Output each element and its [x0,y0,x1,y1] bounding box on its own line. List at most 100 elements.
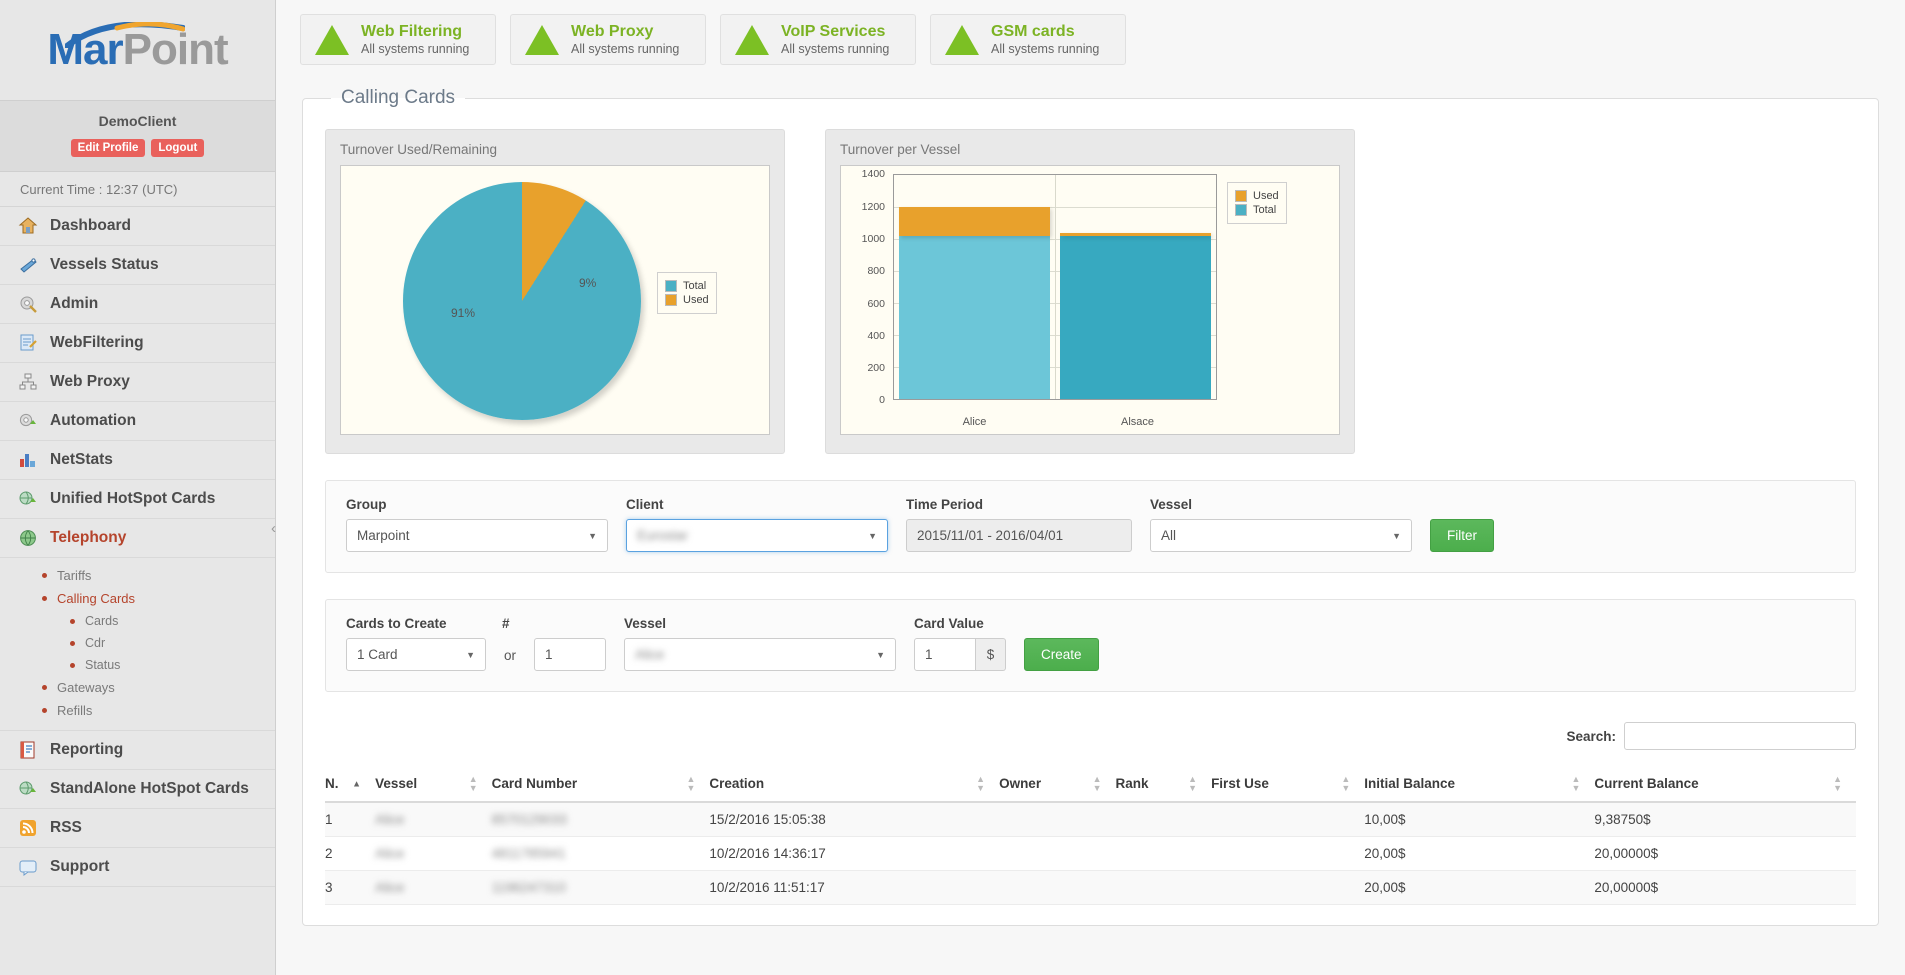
status-card-title: Web Proxy [571,23,654,40]
sidebar-item-vessels-status[interactable]: Vessels Status [0,246,275,285]
cell-value: 8570129033 [491,812,567,828]
y-tick-label: 1000 [861,232,885,245]
table-row[interactable]: 2 Alice 4811785941 10/2/2016 14:36:17 20,00$… [325,836,1856,872]
cell-owner [999,802,1116,838]
legend-swatch-total [665,280,677,293]
sidebar-item-dashboard[interactable]: Dashboard [0,207,275,246]
status-card-title: Web Filtering [361,23,463,40]
chevron-down-icon: ▼ [588,530,597,541]
sidebar-item-admin[interactable]: Admin [0,285,275,324]
table-header-first-use[interactable]: First Use ▲ ▼ [1211,766,1365,804]
bar-chart-y-axis: 0 200 400 600 800 1000 1200 1400 [841,168,891,406]
bar-chart-plot-area [893,174,1217,401]
create-vessel-select[interactable]: Alice ▼ [624,638,897,672]
table-header-initial-balance[interactable]: Initial Balance ▲ ▼ [1364,766,1595,804]
document-edit-icon [18,333,38,353]
pie-label-used: 9% [579,276,597,291]
card-count-input[interactable]: 1 [534,638,607,672]
vessel-filter-select[interactable]: All ▼ [1150,519,1412,553]
subnav-item-refills[interactable]: Refills [0,699,275,722]
sidebar-item-unified-hotspot-cards[interactable]: Unified HotSpot Cards [0,480,275,519]
status-card-gsm-cards[interactable]: GSM cards All systems running [930,14,1126,66]
y-tick-label: 600 [867,297,885,310]
bar-segment-used [1059,233,1212,237]
sidebar-item-automation[interactable]: Automation [0,402,275,441]
table-header-creation[interactable]: Creation ▲ ▼ [709,766,1000,804]
calling-cards-panel: Calling Cards Turnover Used/Remaining 91… [302,87,1879,927]
cell-card-number: 4811785941 [491,836,710,872]
subnav-item-gateways[interactable]: Gateways [0,676,275,699]
cell-value: 20,00000$ [1594,880,1659,896]
bar-group [898,175,1051,400]
pie-chart-legend: Total Used [657,272,717,315]
cards-to-create-label: Cards to Create [346,616,447,632]
subnav-item-status[interactable]: Status [0,654,275,676]
table-row[interactable]: 1 Alice 8570129033 15/2/2016 15:05:38 10,00$… [325,802,1856,838]
sidebar-item-label: Automation [50,412,137,429]
card-value-input[interactable]: 1 [914,638,977,672]
cell-n: 1 [325,802,376,838]
create-vessel-value: Alice [635,647,665,663]
table-header-label: Owner [999,776,1042,792]
subnav-item-cards[interactable]: Cards [0,610,275,632]
card-count-label: # [502,616,510,632]
y-tick-label: 800 [867,265,885,278]
cell-value: 1196247310 [491,880,566,896]
charts-row: Turnover Used/Remaining 91% 9% Total Use… [325,129,1856,455]
card-value-field-group: Card Value 1 $ [914,616,1007,672]
sidebar-item-reporting[interactable]: Reporting [0,731,275,770]
support-icon [18,857,38,877]
table-header-owner[interactable]: Owner ▲ ▼ [999,766,1116,804]
user-box: DemoClient Edit Profile Logout [0,100,275,172]
search-label: Search: [1566,728,1616,744]
subnav-item-tariffs[interactable]: Tariffs [0,564,275,587]
cell-value: 2 [325,846,333,862]
sidebar-item-label: Web Proxy [50,373,130,390]
sidebar-item-webfiltering[interactable]: WebFiltering [0,324,275,363]
client-select[interactable]: Eurostar ▼ [626,519,888,553]
sidebar-item-netstats[interactable]: NetStats [0,441,275,480]
sidebar-item-standalone-hotspot-cards[interactable]: StandAlone HotSpot Cards [0,770,275,809]
filter-button[interactable]: Filter [1430,519,1494,553]
table-row[interactable]: 3 Alice 1196247310 10/2/2016 11:51:17 20,00$… [325,870,1856,906]
bar-separator [1055,175,1056,400]
table-header-card-number[interactable]: Card Number ▲ ▼ [491,766,710,804]
card-value-text: 1 [925,647,933,663]
sidebar-item-label: StandAlone HotSpot Cards [50,780,249,797]
status-card-voip-services[interactable]: VoIP Services All systems running [720,14,916,66]
logout-button[interactable]: Logout [151,139,205,157]
sidebar-item-web-proxy[interactable]: Web Proxy [0,363,275,402]
subnav-item-cdr[interactable]: Cdr [0,632,275,654]
network-icon [18,372,38,392]
client-label: Client [626,497,664,513]
sidebar-item-support[interactable]: Support [0,848,275,887]
calling-cards-table: N. ▲ Vessel ▲ ▼ Card Number ▲ ▼ Creation ▲ ▼ Owner ▲… [325,766,1856,906]
search-input[interactable] [1624,722,1856,751]
edit-profile-button[interactable]: Edit Profile [70,139,146,157]
sidebar-item-telephony[interactable]: Telephony [0,519,275,558]
table-header-current-balance[interactable]: Current Balance ▲ ▼ [1594,766,1856,804]
table-header-n[interactable]: N. ▲ [325,766,376,804]
cell-creation: 15/2/2016 15:05:38 [709,802,1000,838]
cards-to-create-select[interactable]: 1 Card ▼ [346,638,486,672]
sidebar-item-rss[interactable]: RSS [0,809,275,848]
client-field-group: Client Eurostar ▼ [626,497,888,553]
triangle-up-icon [945,24,979,55]
status-card-title: VoIP Services [781,23,886,40]
status-card-web-filtering[interactable]: Web Filtering All systems running [300,14,496,66]
status-card-web-proxy[interactable]: Web Proxy All systems running [510,14,706,66]
create-vessel-field-group: Vessel Alice ▼ [624,616,897,672]
cell-card-number: 1196247310 [491,870,710,906]
legend-swatch-used [1235,190,1247,203]
group-select[interactable]: Marpoint ▼ [346,519,608,553]
table-header-vessel[interactable]: Vessel ▲ ▼ [375,766,492,804]
card-count-value: 1 [545,647,553,663]
create-button[interactable]: Create [1024,638,1099,672]
subnav-item-calling-cards[interactable]: Calling Cards [0,587,275,610]
table-header-rank[interactable]: Rank ▲ ▼ [1115,766,1212,804]
rss-icon [18,818,38,838]
time-period-input[interactable]: 2015/11/01 - 2016/04/01 [906,519,1132,553]
sort-arrows-icon: ▲ ▼ [1833,773,1842,793]
cell-value: Alice [375,880,405,896]
app-root: MarPoint DemoClient Edit Profile Logout … [0,0,1905,975]
